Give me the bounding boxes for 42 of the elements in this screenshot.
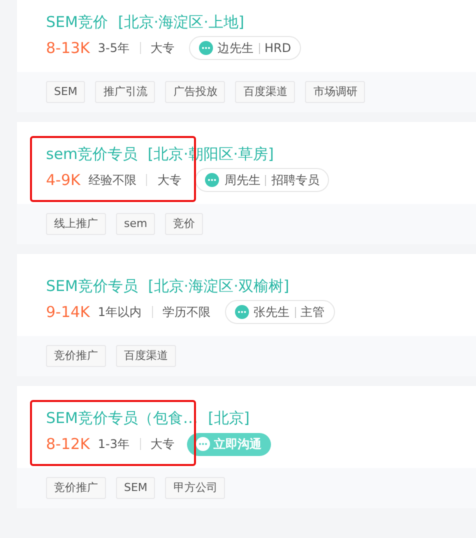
chat-icon bbox=[205, 173, 220, 187]
recruiter-name: 周先生 bbox=[224, 172, 260, 189]
skill-tag: SEM bbox=[46, 81, 86, 103]
experience-text: 1年以内 bbox=[98, 304, 142, 321]
recruiter-role: 主管 bbox=[300, 304, 325, 321]
skill-tag: 广告投放 bbox=[165, 81, 226, 103]
education-text: 大专 bbox=[157, 172, 182, 189]
recruiter-role: 招聘专员 bbox=[271, 172, 320, 189]
chat-icon bbox=[234, 305, 249, 319]
skill-tag: 百度渠道 bbox=[116, 345, 176, 367]
skill-tag: 线上推广 bbox=[46, 213, 106, 235]
job-location: [北京] bbox=[208, 409, 250, 427]
job-title[interactable]: SEM竞价 bbox=[46, 13, 108, 31]
education-text: 学历不限 bbox=[162, 304, 211, 321]
skill-tag: sem bbox=[116, 213, 156, 235]
skill-tag: 百度渠道 bbox=[235, 81, 296, 103]
recruiter-role: HRD bbox=[264, 40, 292, 57]
experience-text: 经验不限 bbox=[88, 172, 136, 189]
job-title[interactable]: sem竞价专员 bbox=[46, 145, 138, 163]
skill-tag: 竞价推广 bbox=[46, 345, 106, 367]
education-text: 大专 bbox=[150, 40, 174, 57]
chat-icon bbox=[196, 437, 210, 451]
skill-tag: 竞价 bbox=[165, 213, 204, 235]
job-location: [北京·海淀区·上地] bbox=[118, 13, 244, 31]
job-location: [北京·海淀区·双榆树] bbox=[148, 277, 290, 295]
skill-tag: SEM bbox=[116, 477, 156, 499]
experience-text: 3-5年 bbox=[98, 40, 130, 57]
salary-text: 4-9K bbox=[46, 170, 80, 191]
recruiter-name: 张先生 bbox=[254, 304, 290, 321]
experience-text: 1-3年 bbox=[98, 436, 130, 453]
education-text: 大专 bbox=[150, 436, 174, 453]
salary-text: 8-12K bbox=[46, 434, 90, 455]
skill-tag: 市场调研 bbox=[305, 81, 366, 103]
skill-tag: 甲方公司 bbox=[165, 477, 226, 499]
job-title[interactable]: SEM竞价专员 bbox=[46, 277, 138, 295]
recruiter-name: 边先生 bbox=[218, 40, 254, 57]
skill-tag: 竞价推广 bbox=[46, 477, 106, 499]
skill-tag: 推广引流 bbox=[95, 81, 156, 103]
chat-button[interactable]: 立即沟通 bbox=[186, 432, 270, 456]
salary-text: 9-14K bbox=[46, 302, 90, 323]
chat-icon bbox=[198, 41, 212, 55]
salary-text: 8-13K bbox=[46, 38, 90, 59]
